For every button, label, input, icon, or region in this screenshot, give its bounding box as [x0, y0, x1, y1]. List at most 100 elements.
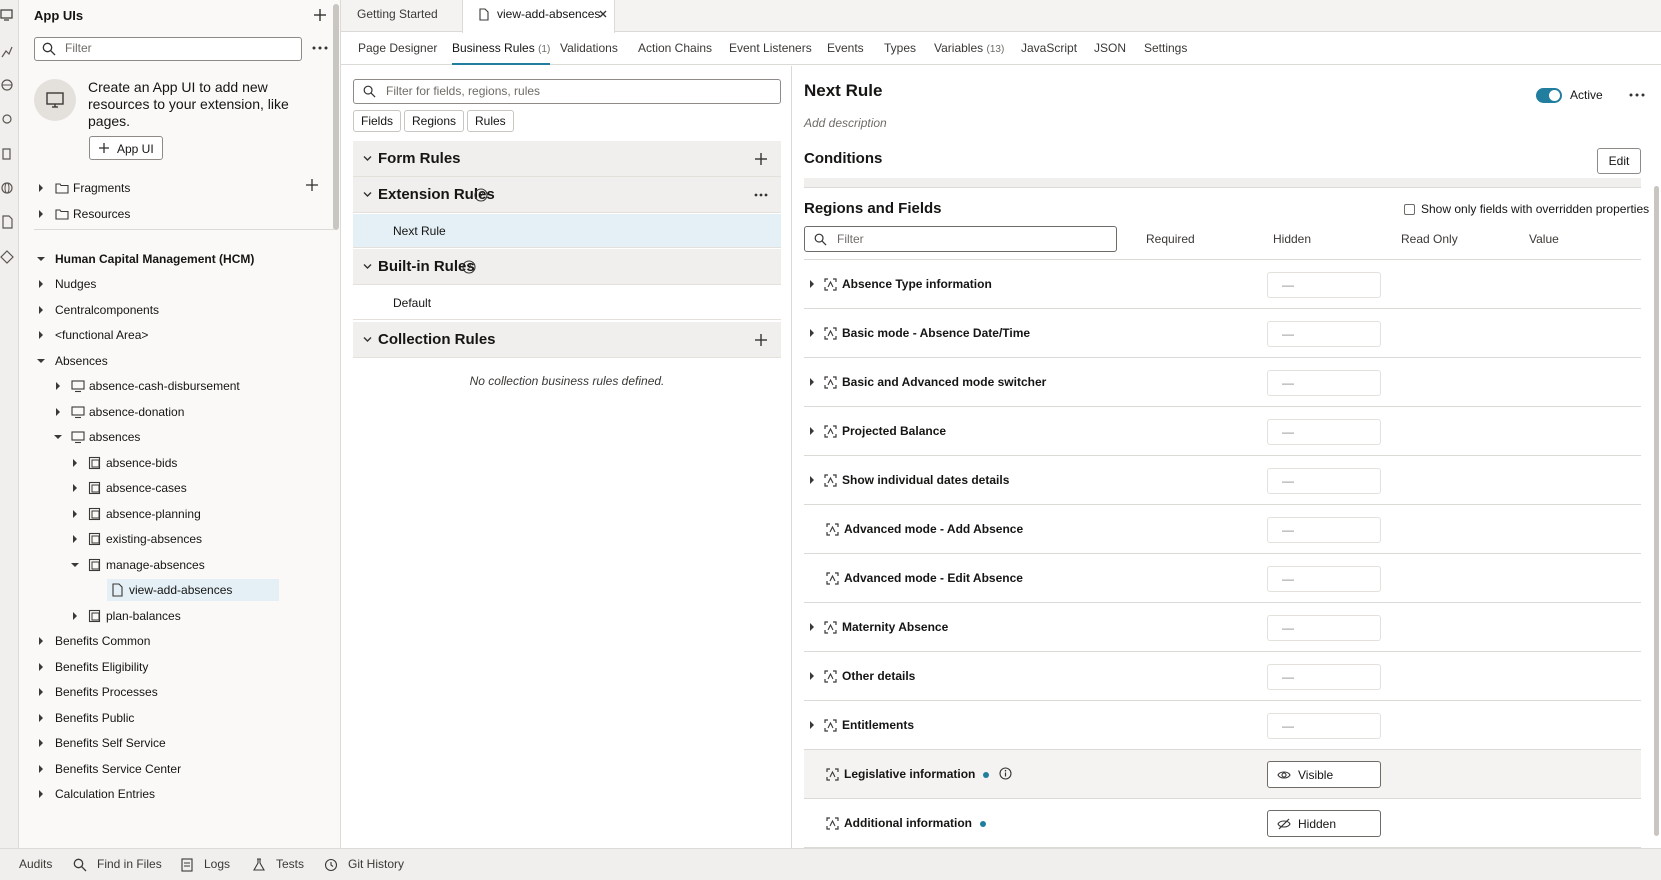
tab-view-add-absences[interactable]: view-add-absences	[462, 0, 615, 33]
hidden-button[interactable]: Hidden	[1267, 810, 1381, 837]
tree-item-absence-planning[interactable]: absence-planning	[19, 503, 319, 525]
caret-right-icon[interactable]	[808, 329, 816, 337]
add-description-field[interactable]: Add description	[804, 116, 887, 130]
hidden-value-placeholder[interactable]: —	[1267, 370, 1381, 396]
hidden-value-placeholder[interactable]: —	[1267, 664, 1381, 690]
caret-right-icon[interactable]	[808, 623, 816, 631]
fields-filter-input[interactable]	[837, 232, 1107, 246]
rule-next-rule[interactable]: Next Rule	[353, 214, 781, 248]
tree-item-manage-absences[interactable]: manage-absences	[19, 554, 319, 576]
tab-javascript[interactable]: JavaScript	[1021, 33, 1077, 65]
chip-regions[interactable]: Regions	[404, 110, 465, 132]
caret-right-icon[interactable]	[808, 427, 816, 435]
region-row[interactable]: Advanced mode - Edit Absence —	[804, 554, 1641, 603]
tree-item-benefits-self-service[interactable]: Benefits Self Service	[19, 732, 319, 754]
caret-right-icon[interactable]	[808, 378, 816, 386]
flow-icon[interactable]	[0, 45, 14, 59]
tree-item-fragments[interactable]: Fragments	[19, 177, 319, 199]
active-toggle[interactable]	[1536, 88, 1562, 103]
tab-getting-started[interactable]: Getting Started	[357, 0, 438, 32]
help-icon[interactable]: ?	[474, 188, 488, 202]
region-row[interactable]: Basic mode - Absence Date/Time —	[804, 309, 1641, 358]
filter-field[interactable]	[34, 37, 302, 61]
section-extension-rules[interactable]: Extension Rules ?	[353, 177, 781, 213]
show-overridden-checkbox[interactable]	[1404, 204, 1415, 215]
tab-event-listeners[interactable]: Event Listeners	[729, 33, 812, 65]
tree-item-benefits-common[interactable]: Benefits Common	[19, 630, 319, 652]
region-row[interactable]: Basic and Advanced mode switcher —	[804, 358, 1641, 407]
app-uis-icon[interactable]	[0, 8, 14, 22]
scrollbar[interactable]	[1654, 186, 1659, 836]
tree-item-absence-donation[interactable]: absence-donation	[19, 401, 319, 423]
rules-filter-input[interactable]	[386, 84, 766, 98]
region-row[interactable]: Projected Balance —	[804, 407, 1641, 456]
more-icon[interactable]	[1628, 89, 1646, 101]
add-fragment-icon[interactable]	[305, 178, 319, 192]
region-row[interactable]: Maternity Absence —	[804, 603, 1641, 652]
tree-item-benefits-service-center[interactable]: Benefits Service Center	[19, 758, 319, 780]
more-icon[interactable]	[311, 40, 329, 56]
add-icon[interactable]	[312, 7, 328, 23]
chip-fields[interactable]: Fields	[353, 110, 402, 132]
caret-right-icon[interactable]	[808, 672, 816, 680]
tree-item-functional-area[interactable]: <functional Area>	[19, 324, 319, 346]
caret-right-icon[interactable]	[808, 280, 816, 288]
hidden-value-placeholder[interactable]: —	[1267, 566, 1381, 592]
region-row[interactable]: Other details —	[804, 652, 1641, 701]
rules-filter-field[interactable]	[353, 79, 781, 104]
hidden-value-placeholder[interactable]: —	[1267, 517, 1381, 543]
tree-item-absence-bids[interactable]: absence-bids	[19, 452, 319, 474]
region-row[interactable]: Absence Type information —	[804, 260, 1641, 309]
document-icon[interactable]	[0, 215, 14, 229]
more-icon[interactable]	[753, 187, 769, 203]
section-builtin-rules[interactable]: Built-in Rules ?	[353, 249, 781, 285]
tab-variables[interactable]: Variables (13)	[934, 33, 1004, 65]
tab-settings[interactable]: Settings	[1144, 33, 1187, 65]
tab-action-chains[interactable]: Action Chains	[638, 33, 712, 65]
section-collection-rules[interactable]: Collection Rules	[353, 322, 781, 358]
hidden-value-placeholder[interactable]: —	[1267, 419, 1381, 445]
tree-item-resources[interactable]: Resources	[19, 203, 319, 225]
tree-item-centralcomponents[interactable]: Centralcomponents	[19, 299, 319, 321]
hidden-value-placeholder[interactable]: —	[1267, 713, 1381, 739]
region-row[interactable]: Legislative information Visible	[804, 750, 1641, 799]
edit-conditions-button[interactable]: Edit	[1597, 148, 1641, 174]
section-form-rules[interactable]: Form Rules	[353, 141, 781, 177]
tree-item-hcm[interactable]: Human Capital Management (HCM)	[19, 248, 319, 270]
tree-item-benefits-public[interactable]: Benefits Public	[19, 707, 319, 729]
tree-item-benefits-eligibility[interactable]: Benefits Eligibility	[19, 656, 319, 678]
tree-item-existing-absences[interactable]: existing-absences	[19, 528, 319, 550]
tab-json[interactable]: JSON	[1094, 33, 1126, 65]
region-row[interactable]: Show individual dates details —	[804, 456, 1641, 505]
tree-item-absences[interactable]: Absences	[19, 350, 319, 372]
tree-item-calculation-entries[interactable]: Calculation Entries	[19, 783, 319, 805]
region-row[interactable]: Entitlements —	[804, 701, 1641, 750]
tab-types[interactable]: Types	[884, 33, 916, 65]
tree-item-benefits-processes[interactable]: Benefits Processes	[19, 681, 319, 703]
resources-icon[interactable]	[0, 147, 14, 161]
info-icon[interactable]	[999, 767, 1012, 780]
tab-validations[interactable]: Validations	[560, 33, 618, 65]
region-row[interactable]: Additional information Hidden	[804, 799, 1641, 848]
caret-right-icon[interactable]	[808, 721, 816, 729]
rule-default[interactable]: Default	[353, 286, 781, 320]
tree-item-absence-cash-disbursement[interactable]: absence-cash-disbursement	[19, 375, 319, 397]
close-icon[interactable]	[598, 9, 608, 19]
tree-item-view-add-absences[interactable]: view-add-absences	[19, 579, 319, 601]
tree-item-absences-app[interactable]: absences	[19, 426, 319, 448]
help-icon[interactable]: ?	[462, 260, 476, 274]
scrollbar[interactable]	[333, 4, 339, 230]
tree-item-plan-balances[interactable]: plan-balances	[19, 605, 319, 627]
tree-item-nudges[interactable]: Nudges	[19, 273, 319, 295]
hidden-value-placeholder[interactable]: —	[1267, 615, 1381, 641]
add-collection-rule-icon[interactable]	[753, 332, 769, 348]
hidden-value-placeholder[interactable]: —	[1267, 321, 1381, 347]
hidden-value-placeholder[interactable]: —	[1267, 272, 1381, 298]
chip-rules[interactable]: Rules	[467, 110, 514, 132]
add-form-rule-icon[interactable]	[753, 151, 769, 167]
visible-button[interactable]: Visible	[1267, 761, 1381, 788]
add-app-ui-button[interactable]: App UI	[89, 136, 163, 160]
caret-right-icon[interactable]	[808, 476, 816, 484]
region-row[interactable]: Advanced mode - Add Absence —	[804, 505, 1641, 554]
tab-page-designer[interactable]: Page Designer	[358, 33, 437, 65]
